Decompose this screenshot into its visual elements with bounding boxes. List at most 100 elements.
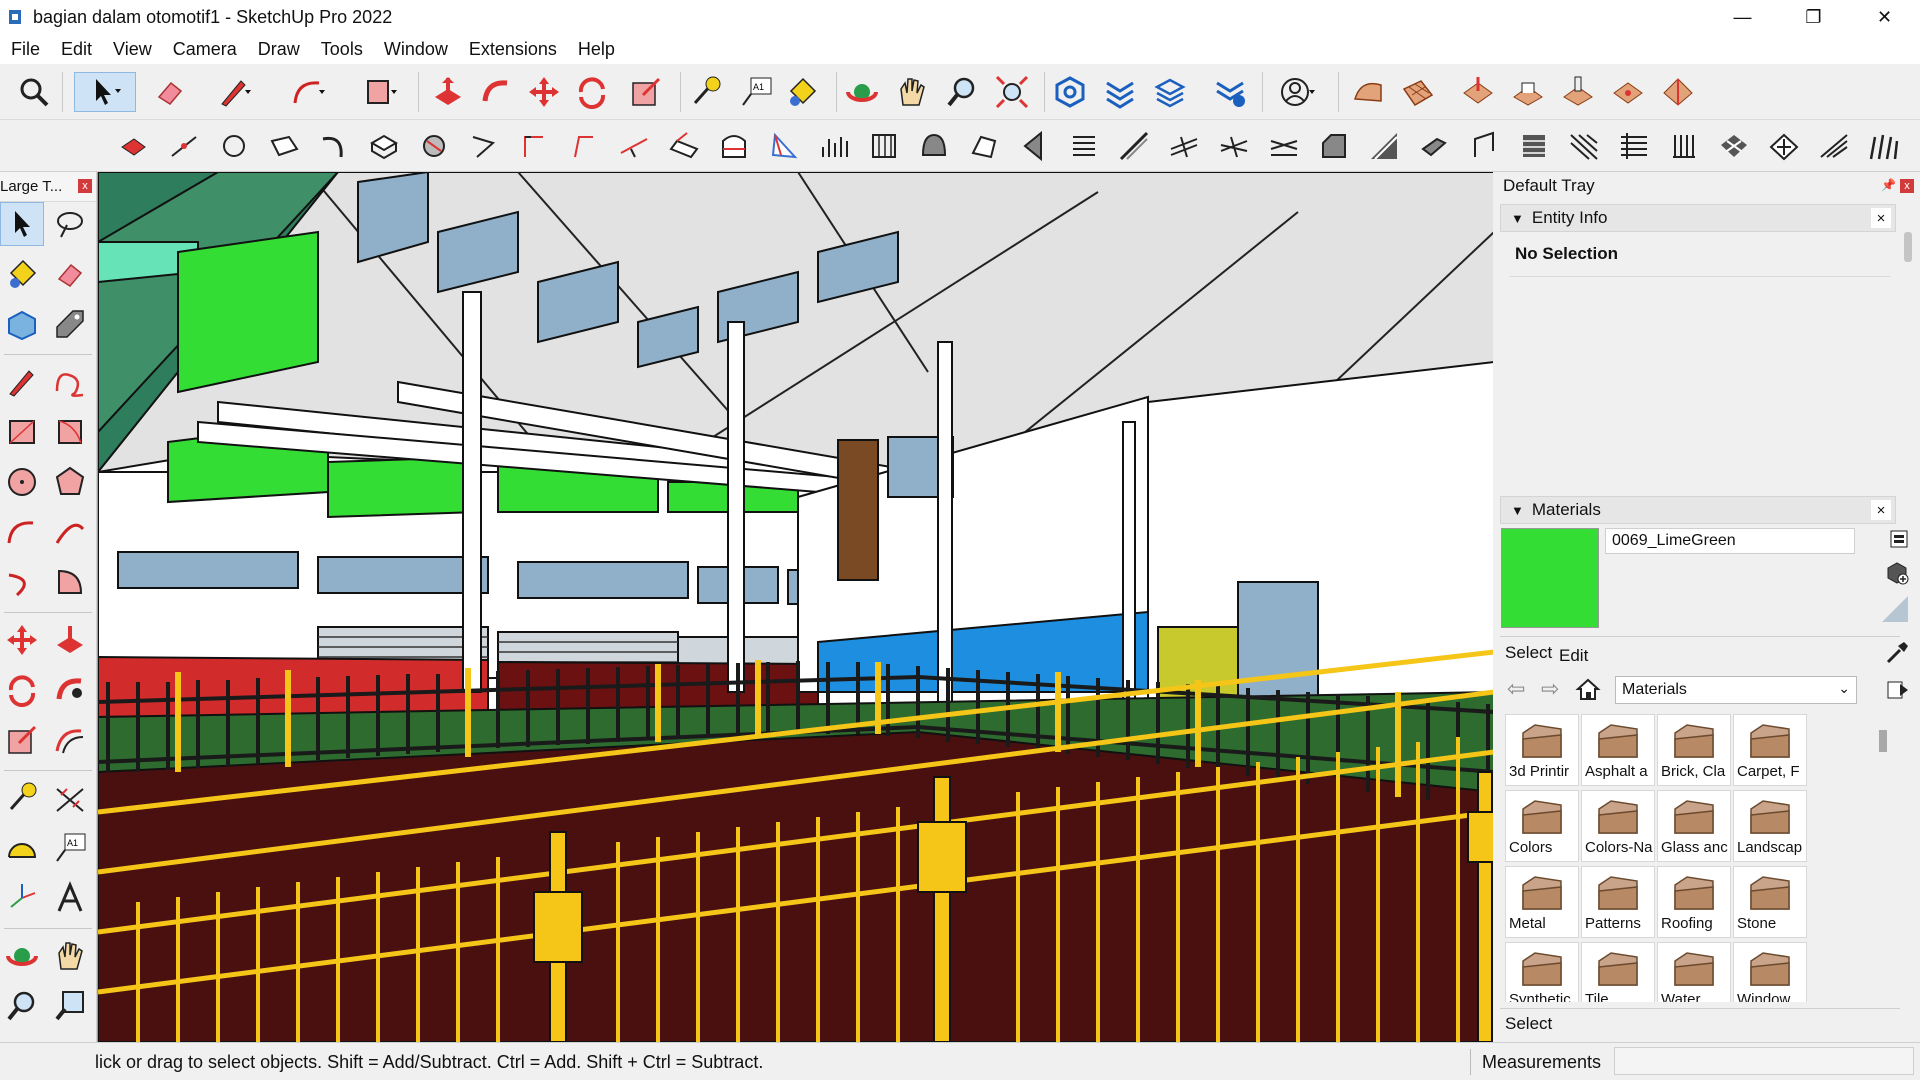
material-folder-item[interactable]: Glass anc	[1657, 790, 1731, 862]
close-window-button[interactable]: ✕	[1849, 0, 1920, 34]
entity-info-scrollbar[interactable]	[1904, 232, 1912, 262]
rotate-tool-side-icon[interactable]	[0, 668, 44, 712]
follow-me-icon[interactable]	[476, 72, 516, 112]
extension-tool-2-icon[interactable]	[164, 126, 204, 166]
extension-tool-16-icon[interactable]	[864, 126, 904, 166]
move-tool-icon[interactable]	[524, 72, 564, 112]
menu-tools[interactable]: Tools	[321, 39, 363, 60]
rectangle-tool-icon[interactable]	[350, 72, 410, 112]
forward-arrow-icon[interactable]: ⇨	[1541, 676, 1559, 702]
flip-edge-icon[interactable]	[1658, 72, 1698, 112]
entity-info-close-button[interactable]: ×	[1871, 208, 1891, 228]
extension-tool-3-icon[interactable]	[214, 126, 254, 166]
extension-tool-11-icon[interactable]	[614, 126, 654, 166]
minimize-button[interactable]: —	[1707, 0, 1778, 34]
material-name-field[interactable]: 0069_LimeGreen	[1605, 528, 1855, 554]
warehouse-icon[interactable]	[1050, 72, 1090, 112]
3d-text-icon[interactable]	[48, 876, 92, 920]
extension-manager-icon[interactable]	[1210, 72, 1250, 112]
select-tool-button[interactable]	[74, 72, 136, 112]
create-material-icon[interactable]	[1884, 560, 1910, 586]
layers-icon[interactable]	[1150, 72, 1190, 112]
extension-tool-28-icon[interactable]	[1464, 126, 1504, 166]
extension-tool-30-icon[interactable]	[1564, 126, 1604, 166]
pencil-line-icon[interactable]	[204, 72, 264, 112]
extension-tool-7-icon[interactable]	[414, 126, 454, 166]
back-arrow-icon[interactable]: ⇦	[1507, 676, 1525, 702]
eyedropper-icon[interactable]	[1884, 640, 1910, 666]
protractor-icon[interactable]	[0, 826, 44, 870]
extension-tool-6-icon[interactable]	[364, 126, 404, 166]
stamp-icon[interactable]	[1508, 72, 1548, 112]
extension-tool-36-icon[interactable]	[1864, 126, 1904, 166]
rotated-rectangle-icon[interactable]	[48, 410, 92, 454]
orbit-side-icon[interactable]	[0, 934, 44, 978]
restore-button[interactable]: ❐	[1778, 0, 1849, 34]
entity-info-header[interactable]: ▼ Entity Info ×	[1500, 204, 1896, 232]
extension-tool-26-icon[interactable]	[1364, 126, 1404, 166]
select-arrow-icon[interactable]	[0, 202, 44, 246]
smoove-icon[interactable]	[1458, 72, 1498, 112]
material-folder-item[interactable]: Brick, Cla	[1657, 714, 1731, 786]
orbit-icon[interactable]	[842, 72, 882, 112]
material-folder-item[interactable]: Metal	[1505, 866, 1579, 938]
two-point-arc-icon[interactable]	[48, 510, 92, 554]
zoom-icon[interactable]	[942, 72, 982, 112]
pie-tool-icon[interactable]	[48, 560, 92, 604]
details-arrow-icon[interactable]	[1886, 678, 1910, 702]
sandbox-from-scratch-icon[interactable]	[1398, 72, 1438, 112]
material-folder-item[interactable]: Colors	[1505, 790, 1579, 862]
extension-tool-21-icon[interactable]	[1114, 126, 1154, 166]
menu-view[interactable]: View	[113, 39, 152, 60]
material-folder-item[interactable]: Colors-Na	[1581, 790, 1655, 862]
paint-bucket-icon[interactable]	[782, 72, 822, 112]
add-detail-icon[interactable]	[1608, 72, 1648, 112]
menu-file[interactable]: File	[11, 39, 40, 60]
account-icon[interactable]	[1268, 72, 1328, 112]
paint-bucket-tool-icon[interactable]	[0, 252, 44, 296]
arc-tool-icon[interactable]	[278, 72, 338, 112]
zoom-extents-icon[interactable]	[992, 72, 1032, 112]
text-tool-side-icon[interactable]: A1	[48, 826, 92, 870]
palette-close-button[interactable]: x	[78, 179, 92, 193]
text-tool-icon[interactable]: A1	[736, 72, 776, 112]
pin-icon[interactable]: 📌	[1881, 178, 1896, 192]
extension-tool-32-icon[interactable]	[1664, 126, 1704, 166]
menu-camera[interactable]: Camera	[173, 39, 237, 60]
zoom-side-icon[interactable]	[0, 984, 44, 1028]
tape-measure-side-icon[interactable]	[0, 776, 44, 820]
scale-tool-side-icon[interactable]	[0, 718, 44, 762]
material-folder-item[interactable]: Roofing	[1657, 866, 1731, 938]
pan-hand-icon[interactable]	[892, 72, 932, 112]
extension-warehouse-icon[interactable]	[1100, 72, 1140, 112]
push-pull-side-icon[interactable]	[48, 618, 92, 662]
library-dropdown[interactable]: Materials ⌄	[1615, 676, 1857, 704]
extension-tool-9-icon[interactable]	[514, 126, 554, 166]
extension-tool-1-icon[interactable]	[114, 126, 154, 166]
extension-tool-18-icon[interactable]	[964, 126, 1004, 166]
extension-tool-10-icon[interactable]	[564, 126, 604, 166]
dimension-tool-icon[interactable]	[48, 776, 92, 820]
materials-header[interactable]: ▼ Materials ×	[1500, 496, 1896, 524]
material-folder-item[interactable]: Water	[1657, 942, 1731, 1002]
extension-tool-20-icon[interactable]	[1064, 126, 1104, 166]
drape-icon[interactable]	[1558, 72, 1598, 112]
lasso-select-icon[interactable]	[48, 202, 92, 246]
extension-tool-17-icon[interactable]	[914, 126, 954, 166]
extension-tool-27-icon[interactable]	[1414, 126, 1454, 166]
extension-tool-34-icon[interactable]	[1764, 126, 1804, 166]
extension-tool-12-icon[interactable]	[664, 126, 704, 166]
material-folder-item[interactable]: Asphalt a	[1581, 714, 1655, 786]
pan-side-icon[interactable]	[48, 934, 92, 978]
eraser-tool-icon[interactable]	[48, 252, 92, 296]
material-folder-item[interactable]: Carpet, F	[1733, 714, 1807, 786]
search-icon[interactable]	[14, 72, 54, 112]
extension-tool-4-icon[interactable]	[264, 126, 304, 166]
material-folder-item[interactable]: Tile	[1581, 942, 1655, 1002]
material-folder-item[interactable]: Stone	[1733, 866, 1807, 938]
materials-scrollbar[interactable]	[1876, 714, 1890, 1002]
rotate-tool-icon[interactable]	[572, 72, 612, 112]
three-point-arc-icon[interactable]	[0, 560, 44, 604]
model-viewport[interactable]	[97, 172, 1493, 1042]
extension-tool-25-icon[interactable]	[1314, 126, 1354, 166]
